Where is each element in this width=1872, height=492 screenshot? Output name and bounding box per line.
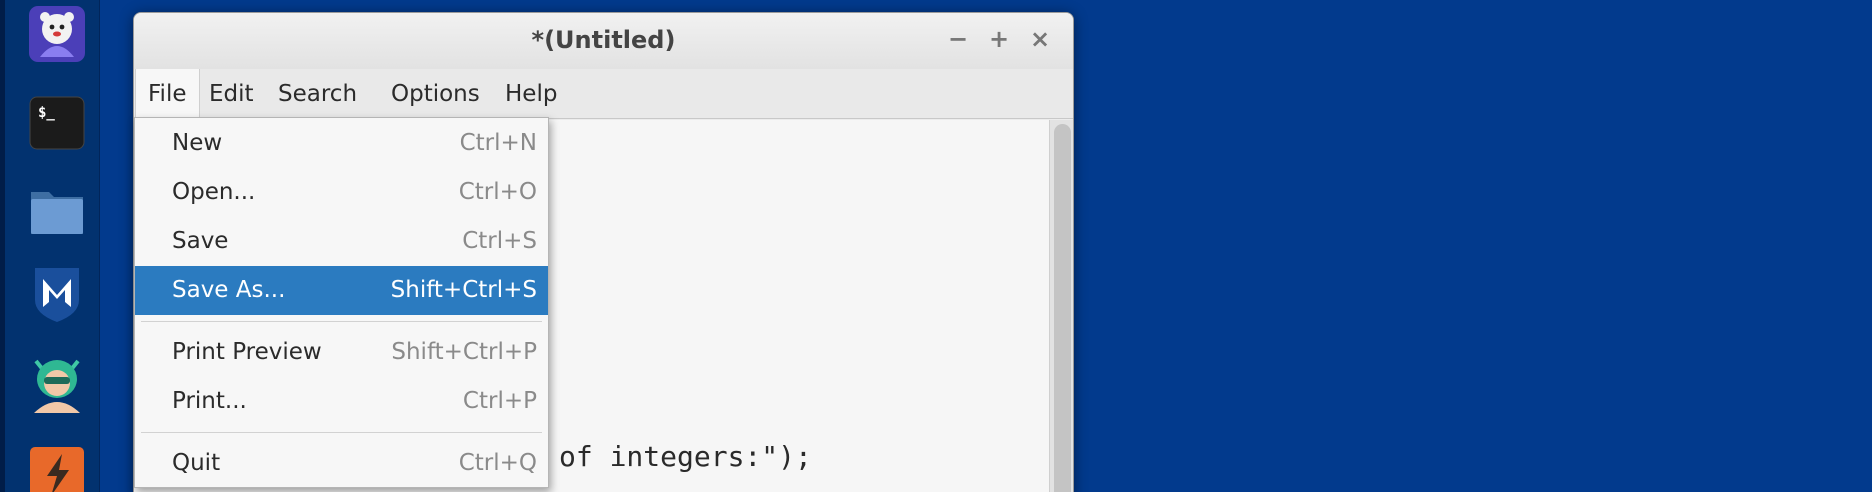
menu-item-label: Open... — [172, 179, 256, 205]
window-title: *(Untitled) — [531, 26, 676, 54]
burp-suite-icon[interactable] — [27, 444, 87, 492]
file-menu-dropdown: New Ctrl+N Open... Ctrl+O Save Ctrl+S Sa… — [134, 117, 549, 488]
menu-item-save[interactable]: Save Ctrl+S — [135, 217, 548, 266]
menu-item-shortcut: Shift+Ctrl+P — [391, 339, 537, 365]
close-button[interactable]: × — [1026, 25, 1054, 53]
menu-item-save-as[interactable]: Save As... Shift+Ctrl+S — [135, 266, 548, 315]
menu-item-label: Print... — [172, 388, 247, 414]
menu-file[interactable]: File — [135, 69, 200, 119]
vertical-scrollbar[interactable] — [1049, 120, 1073, 492]
menu-item-new[interactable]: New Ctrl+N — [135, 119, 548, 168]
menu-item-label: Save — [172, 228, 229, 254]
scrollbar-thumb[interactable] — [1054, 124, 1071, 492]
menu-item-shortcut: Ctrl+N — [459, 130, 537, 156]
anime-character-icon[interactable] — [27, 354, 87, 414]
menu-bar: File Edit Search Options Help — [134, 69, 1073, 119]
terminal-glyph: $_ — [38, 105, 55, 121]
menu-separator — [141, 321, 542, 322]
menu-search[interactable]: Search — [266, 69, 369, 119]
menu-options[interactable]: Options — [379, 69, 492, 119]
folder-icon[interactable] — [27, 180, 87, 240]
menu-edit[interactable]: Edit — [197, 69, 266, 119]
terminal-icon[interactable]: $_ — [27, 93, 87, 153]
menu-item-shortcut: Shift+Ctrl+S — [390, 277, 537, 303]
menu-item-open[interactable]: Open... Ctrl+O — [135, 168, 548, 217]
menu-separator — [141, 432, 542, 433]
menu-item-label: Print Preview — [172, 339, 322, 365]
menu-item-shortcut: Ctrl+Q — [458, 450, 537, 476]
menu-item-quit[interactable]: Quit Ctrl+Q — [135, 439, 548, 488]
application-dock: $_ — [0, 0, 100, 492]
menu-item-label: Quit — [172, 450, 221, 476]
code-line: of integers:"); — [559, 440, 812, 473]
menu-item-shortcut: Ctrl+O — [458, 179, 537, 205]
menu-item-print-preview[interactable]: Print Preview Shift+Ctrl+P — [135, 328, 548, 377]
menu-item-shortcut: Ctrl+S — [462, 228, 537, 254]
menu-help[interactable]: Help — [493, 69, 569, 119]
minimize-button[interactable]: − — [944, 25, 972, 53]
menu-item-label: New — [172, 130, 223, 156]
menu-item-print[interactable]: Print... Ctrl+P — [135, 377, 548, 426]
metasploit-icon[interactable] — [27, 264, 87, 324]
bug-mascot-icon[interactable] — [27, 4, 87, 64]
title-bar[interactable]: *(Untitled) − + × — [134, 13, 1073, 69]
menu-item-shortcut: Ctrl+P — [462, 388, 537, 414]
maximize-button[interactable]: + — [985, 25, 1013, 53]
menu-item-label: Save As... — [172, 277, 286, 303]
